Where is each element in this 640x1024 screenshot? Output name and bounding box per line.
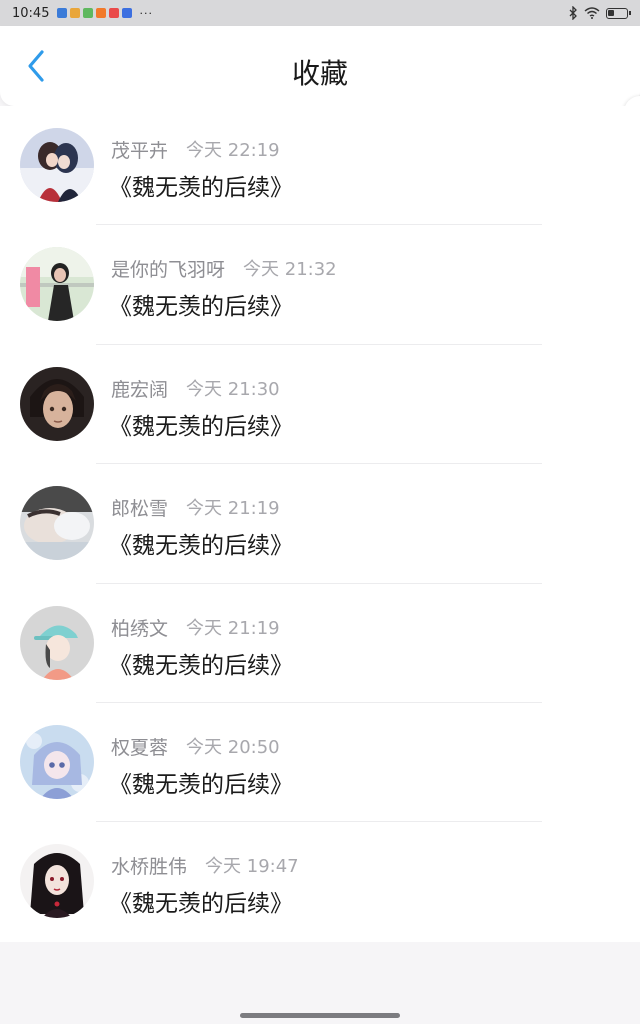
list-item[interactable]: 柏绣文 今天 21:19 《魏无羡的后续》 [0,584,640,703]
avatar[interactable] [20,724,94,799]
user-name: 鹿宏阔 [111,378,169,401]
header-bar: 收藏 [0,26,640,106]
avatar[interactable] [20,128,94,202]
item-time: 今天 21:32 [243,259,337,281]
status-right [568,6,631,20]
avatar[interactable] [20,605,94,680]
home-indicator[interactable] [240,1013,400,1018]
item-content: 《魏无羡的后续》 [109,533,293,560]
bluetooth-icon [569,6,577,20]
item-meta: 郎松雪 今天 21:19 [111,494,280,521]
item-meta: 鹿宏阔 今天 21:30 [111,375,280,402]
list-item[interactable]: 水桥胜伟 今天 19:47 《魏无羡的后续》 [0,822,640,941]
avatar[interactable] [20,844,94,919]
list-item[interactable]: 是你的飞羽呀 今天 21:32 《魏无羡的后续》 [0,225,640,345]
status-bar: 10:45 ··· [0,0,640,26]
item-meta: 权夏蓉 今天 20:50 [111,733,280,760]
item-content: 《魏无羡的后续》 [109,175,293,201]
list-item[interactable]: 郎松雪 今天 21:19 《魏无羡的后续》 [0,464,640,584]
user-name: 权夏蓉 [111,736,169,759]
status-time: 10:45 [12,5,50,21]
app-notification-icon [70,8,81,18]
item-content: 《魏无羡的后续》 [109,652,293,679]
item-time: 今天 20:50 [186,736,280,758]
item-content: 《魏无羡的后续》 [109,294,293,321]
list-item[interactable]: 权夏蓉 今天 20:50 《魏无羡的后续》 [0,703,640,823]
item-meta: 水桥胜伟 今天 19:47 [111,852,299,879]
list-item[interactable]: 鹿宏阔 今天 21:30 《魏无羡的后续》 [0,345,640,465]
wifi-icon [584,7,600,19]
avatar[interactable] [20,247,94,322]
user-name: 柏绣文 [111,617,169,640]
more-notifications-icon: ··· [139,6,153,20]
item-time: 今天 21:19 [186,617,280,639]
app-notification-icon [57,8,68,18]
app-notification-icon [96,8,107,18]
list-item[interactable]: 茂平卉 今天 22:19 《魏无羡的后续》 [0,106,640,226]
item-content: 《魏无羡的后续》 [109,413,293,440]
item-meta: 茂平卉 今天 22:19 [111,136,280,163]
app-notification-icon [83,8,94,18]
item-meta: 柏绣文 今天 21:19 [111,614,280,641]
app-notification-icon [122,8,133,18]
item-content: 《魏无羡的后续》 [109,771,293,798]
item-time: 今天 19:47 [205,856,299,878]
favorites-list: 茂平卉 今天 22:19 《魏无羡的后续》 是你的飞羽呀 今天 21:32 《魏… [0,106,640,942]
item-meta: 是你的飞羽呀 今天 21:32 [111,255,337,282]
battery-icon [606,7,631,19]
avatar[interactable] [20,366,94,441]
user-name: 是你的飞羽呀 [111,259,226,282]
user-name: 水桥胜伟 [111,856,188,879]
item-time: 今天 21:19 [186,498,280,520]
user-name: 茂平卉 [111,140,169,162]
item-time: 今天 21:30 [186,378,280,400]
page-title: 收藏 [291,57,348,90]
screen: 10:45 ··· 收藏 茂平卉 今天 22:19 《魏无羡的后续》 是你的飞羽… [0,0,640,1024]
item-time: 今天 22:19 [186,140,280,161]
avatar[interactable] [20,486,94,561]
status-app-icons: ··· [57,7,153,20]
app-notification-icon [109,8,120,18]
user-name: 郎松雪 [111,498,169,521]
item-content: 《魏无羡的后续》 [109,891,293,918]
